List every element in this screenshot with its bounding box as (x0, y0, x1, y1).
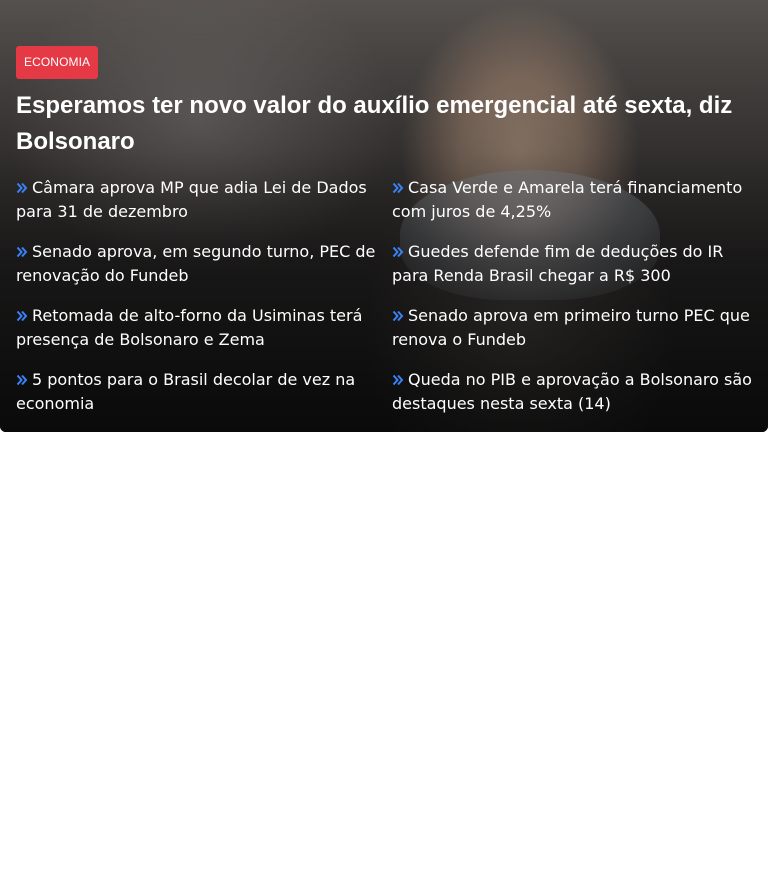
related-news-link[interactable]: Queda no PIB e aprovação a Bolsonaro são… (392, 368, 752, 416)
double-chevron-right-icon (392, 310, 404, 322)
related-news-link[interactable]: Retomada de alto-forno da Usiminas terá … (16, 304, 376, 352)
related-news-title: Retomada de alto-forno da Usiminas terá … (16, 306, 363, 349)
related-news-title: Queda no PIB e aprovação a Bolsonaro são… (392, 370, 752, 413)
related-news-list: Câmara aprova MP que adia Lei de Dados p… (16, 176, 752, 416)
related-news-link[interactable]: 5 pontos para o Brasil decolar de vez na… (16, 368, 376, 416)
related-news-link[interactable]: Guedes defende fim de deduções do IR par… (392, 240, 752, 288)
related-news-title: Câmara aprova MP que adia Lei de Dados p… (16, 178, 367, 221)
related-news-link[interactable]: Senado aprova, em segundo turno, PEC de … (16, 240, 376, 288)
category-badge[interactable]: ECONOMIA (16, 46, 99, 79)
related-news-title: Senado aprova em primeiro turno PEC que … (392, 306, 750, 349)
double-chevron-right-icon (392, 246, 404, 258)
double-chevron-right-icon (16, 246, 28, 258)
related-news-title: Guedes defende fim de deduções do IR par… (392, 242, 724, 285)
double-chevron-right-icon (16, 182, 28, 194)
double-chevron-right-icon (16, 374, 28, 386)
related-news-link[interactable]: Câmara aprova MP que adia Lei de Dados p… (16, 176, 376, 224)
headline[interactable]: Esperamos ter novo valor do auxílio emer… (16, 88, 752, 160)
related-news-title: Senado aprova, em segundo turno, PEC de … (16, 242, 376, 285)
double-chevron-right-icon (392, 182, 404, 194)
hero-card[interactable]: ECONOMIA Esperamos ter novo valor do aux… (0, 0, 768, 432)
double-chevron-right-icon (16, 310, 28, 322)
related-news-link[interactable]: Casa Verde e Amarela terá financiamento … (392, 176, 752, 224)
double-chevron-right-icon (392, 374, 404, 386)
related-news-title: 5 pontos para o Brasil decolar de vez na… (16, 370, 356, 413)
related-news-link[interactable]: Senado aprova em primeiro turno PEC que … (392, 304, 752, 352)
related-news-title: Casa Verde e Amarela terá financiamento … (392, 178, 743, 221)
